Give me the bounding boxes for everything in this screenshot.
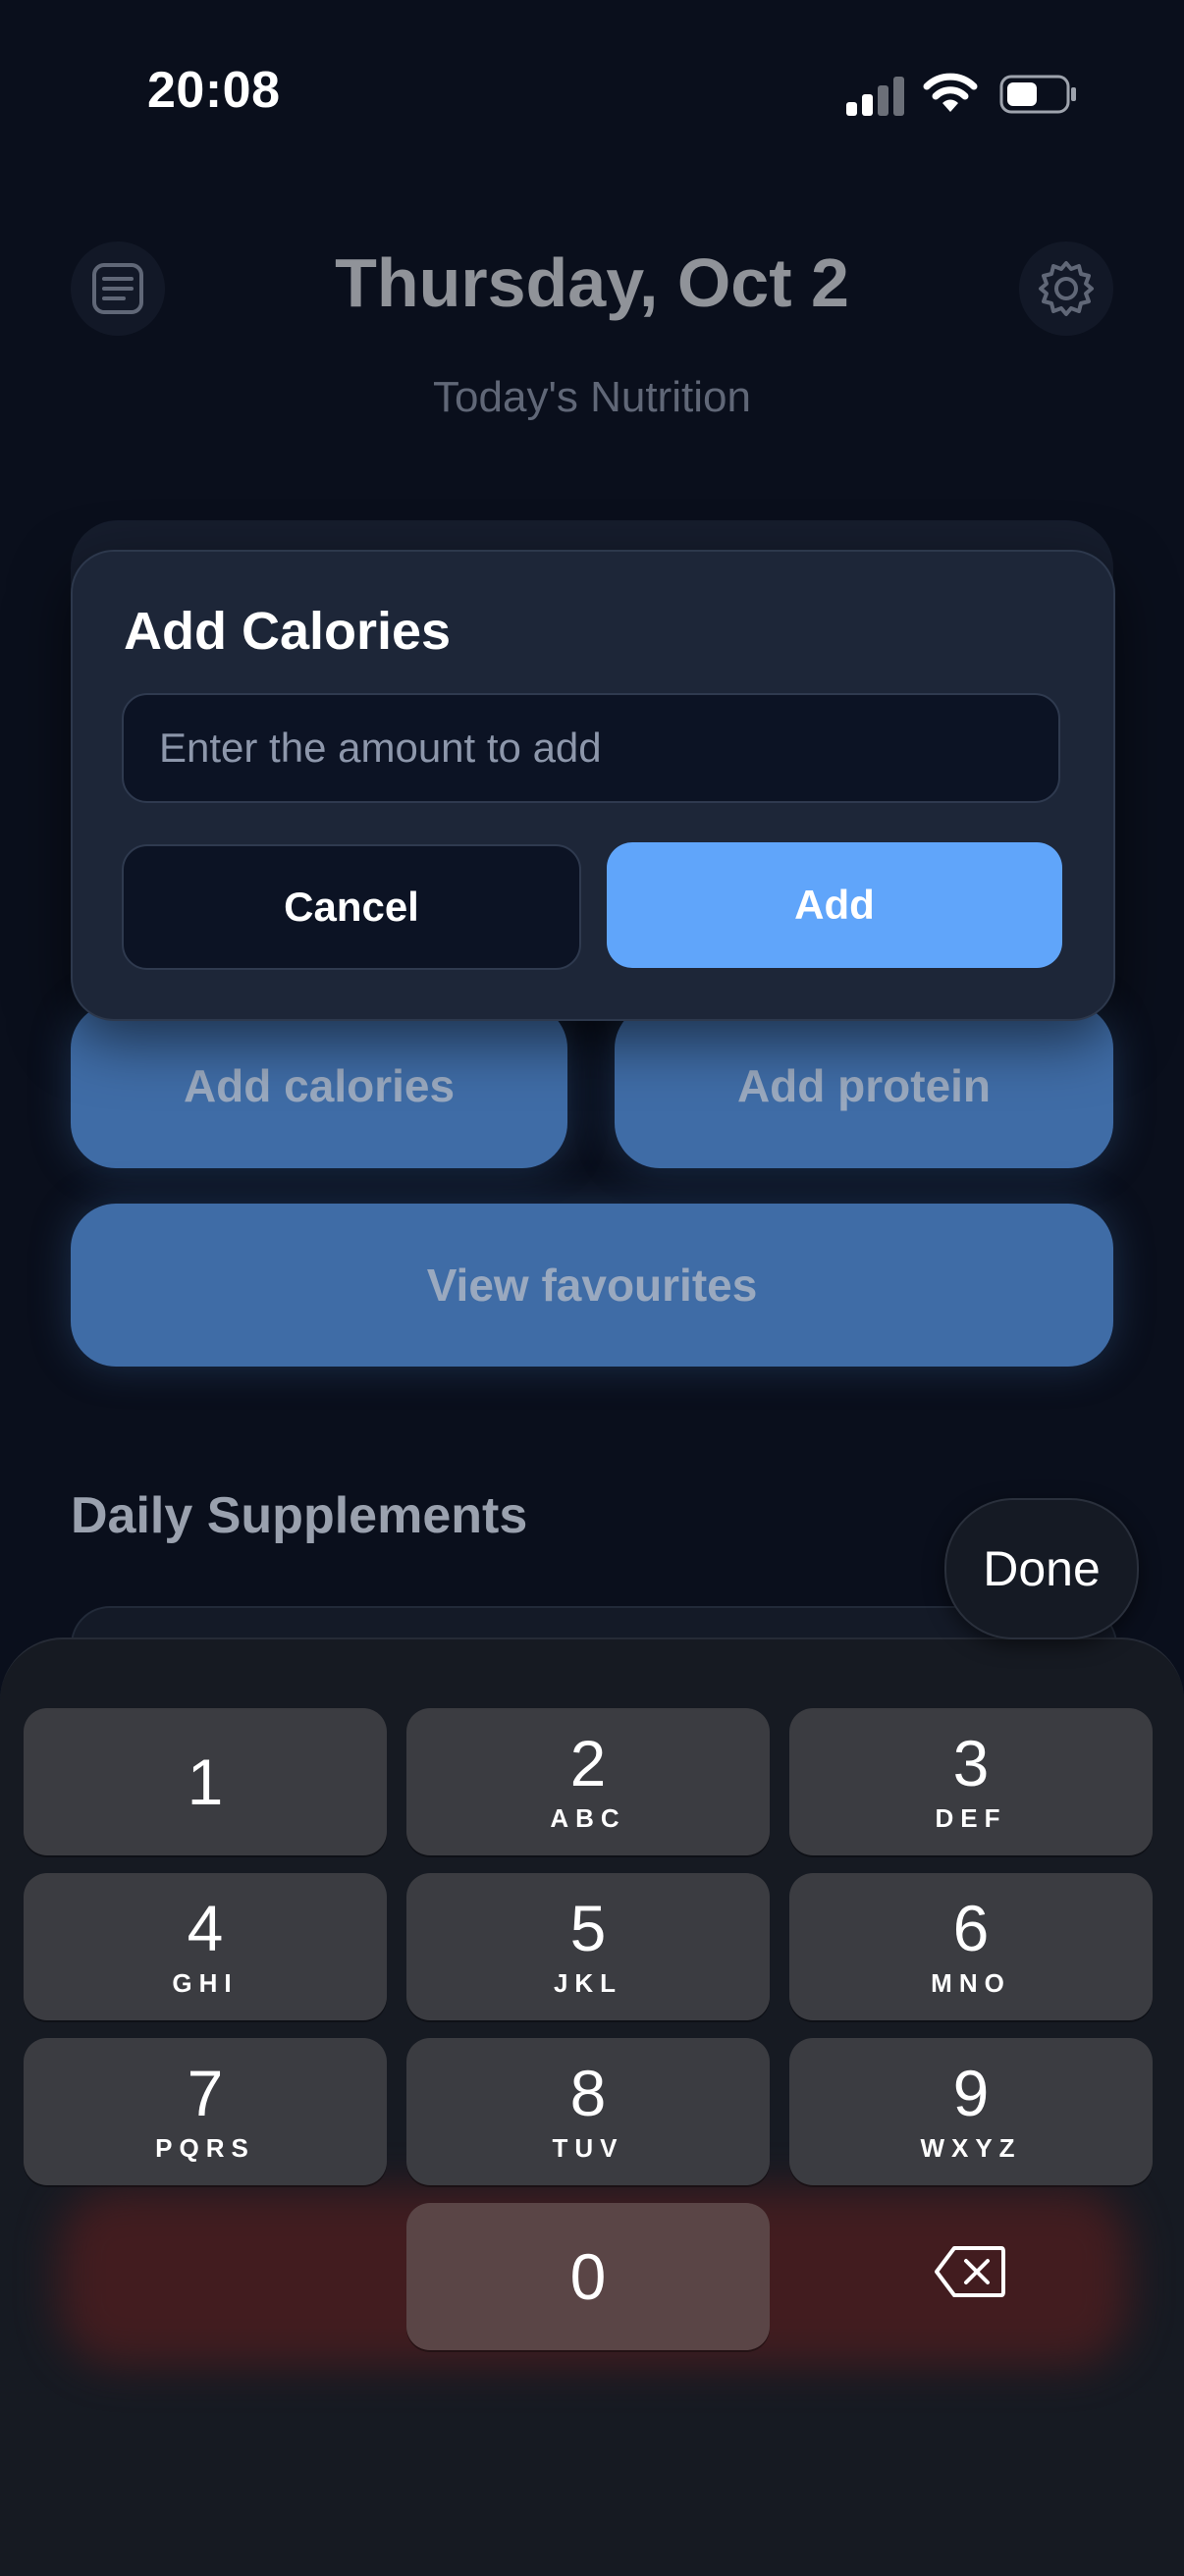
key-5[interactable]: 5 JKL <box>406 1873 770 2020</box>
key-3[interactable]: 3 DEF <box>789 1708 1153 1855</box>
amount-input[interactable] <box>122 693 1060 803</box>
key-7[interactable]: 7 PQRS <box>24 2038 387 2185</box>
view-favourites-button[interactable]: View favourites <box>71 1204 1113 1367</box>
key-0[interactable]: 0 <box>406 2203 770 2350</box>
key-2[interactable]: 2 ABC <box>406 1708 770 1855</box>
dialog-title: Add Calories <box>124 602 452 661</box>
key-9[interactable]: 9 WXYZ <box>789 2038 1153 2185</box>
add-calories-button[interactable]: Add calories <box>71 1003 567 1168</box>
gear-icon <box>1039 261 1094 316</box>
settings-button[interactable] <box>1019 242 1113 336</box>
backspace-key[interactable] <box>933 2244 1007 2299</box>
backspace-icon <box>935 2246 1005 2297</box>
key-1[interactable]: 1 <box>24 1708 387 1855</box>
cancel-button[interactable]: Cancel <box>122 844 581 970</box>
page-subtitle: Today's Nutrition <box>433 373 751 421</box>
page-title: Thursday, Oct 2 <box>335 244 849 321</box>
daily-supplements-title: Daily Supplements <box>71 1487 528 1544</box>
add-button[interactable]: Add <box>607 842 1062 968</box>
header: Thursday, Oct 2 Today's Nutrition <box>0 0 1184 510</box>
key-6[interactable]: 6 MNO <box>789 1873 1153 2020</box>
key-4[interactable]: 4 GHI <box>24 1873 387 2020</box>
key-8[interactable]: 8 TUV <box>406 2038 770 2185</box>
add-calories-dialog: Add Calories Cancel Add <box>71 550 1115 1021</box>
add-protein-button[interactable]: Add protein <box>615 1003 1113 1168</box>
done-button[interactable]: Done <box>944 1498 1139 1639</box>
